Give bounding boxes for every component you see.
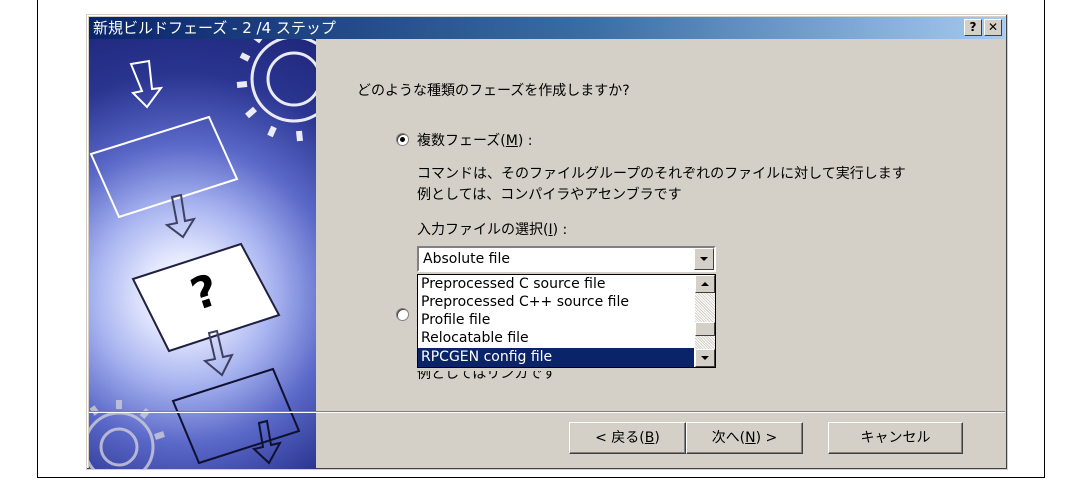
- button-text-suffix: ): [654, 430, 660, 446]
- label-text: 複数フェーズ(: [417, 133, 506, 149]
- next-button[interactable]: 次へ(N) >: [686, 422, 803, 454]
- process-box-icon: [171, 367, 301, 465]
- back-button[interactable]: < 戻る(B): [569, 422, 686, 454]
- scrollbar-thumb[interactable]: [695, 322, 715, 336]
- button-text: 次へ(: [711, 430, 746, 446]
- dropdown-option[interactable]: Preprocessed C source file: [418, 275, 694, 294]
- decision-box-icon: ?: [131, 242, 281, 353]
- radio-checked-dot: [400, 137, 405, 142]
- question-text: どのような種類のフェーズを作成しますか?: [357, 83, 630, 99]
- wizard-content: どのような種類のフェーズを作成しますか? 複数フェーズ(M) : コマンドは、そ…: [316, 39, 1005, 411]
- combobox-dropdown-button[interactable]: [694, 248, 714, 270]
- wizard-dialog: 新規ビルドフェーズ - 2 /4 ステップ ? ✕ ? どのような種類のフェーズ…: [86, 14, 1008, 470]
- cancel-button[interactable]: キャンセル: [828, 422, 963, 454]
- gear-icon: [236, 39, 316, 142]
- close-icon: ✕: [987, 20, 999, 34]
- down-arrow-icon: [202, 329, 234, 377]
- help-icon: ?: [969, 20, 977, 34]
- access-key: N: [745, 430, 756, 446]
- multiple-phase-description-1: コマンドは、そのファイルグループのそれぞれのファイルに対して実行します: [417, 166, 906, 182]
- chevron-down-icon: [700, 257, 708, 261]
- input-file-dropdown-list[interactable]: Preprocessed C source file Preprocessed …: [417, 274, 716, 368]
- dropdown-option[interactable]: Preprocessed C++ source file: [418, 293, 694, 312]
- dropdown-scrollbar[interactable]: [695, 275, 715, 367]
- chevron-up-icon: [701, 282, 709, 286]
- access-key: M: [505, 133, 518, 149]
- combobox-value: Absolute file: [423, 251, 510, 267]
- help-button[interactable]: ?: [964, 19, 982, 36]
- input-file-select-label: 入力ファイルの選択(I) :: [417, 219, 567, 239]
- wizard-illustration: ?: [89, 39, 316, 469]
- window-title: 新規ビルドフェーズ - 2 /4 ステップ: [93, 19, 336, 37]
- multiple-phase-radio[interactable]: [396, 133, 409, 146]
- access-key: B: [644, 430, 655, 446]
- label-text: 入力ファイルの選択(: [417, 222, 549, 238]
- label-suffix: ) :: [517, 133, 533, 149]
- process-box-icon: [89, 115, 239, 219]
- down-arrow-icon: [164, 193, 197, 239]
- flowchart-illustration: ?: [89, 39, 316, 469]
- title-bar[interactable]: 新規ビルドフェーズ - 2 /4 ステップ ? ✕: [89, 17, 1005, 39]
- chevron-down-icon: [701, 356, 709, 360]
- footer-separator: [89, 411, 1005, 413]
- button-text-suffix: ) >: [755, 430, 778, 446]
- dropdown-option[interactable]: Profile file: [418, 311, 694, 330]
- button-text: < 戻る(: [595, 430, 645, 446]
- single-phase-radio[interactable]: [396, 308, 409, 321]
- scroll-down-button[interactable]: [695, 349, 715, 367]
- dropdown-option[interactable]: Relocatable file: [418, 329, 694, 348]
- multiple-phase-description-2: 例としては、コンパイラやアセンブラです: [417, 187, 682, 203]
- down-arrow-icon: [129, 59, 164, 109]
- multiple-phase-label[interactable]: 複数フェーズ(M) :: [417, 130, 533, 150]
- close-button[interactable]: ✕: [984, 19, 1002, 36]
- dropdown-option-selected[interactable]: RPCGEN config file: [418, 348, 694, 367]
- input-file-combobox[interactable]: Absolute file: [417, 246, 716, 272]
- scroll-up-button[interactable]: [695, 275, 715, 293]
- label-suffix: ) :: [552, 222, 568, 238]
